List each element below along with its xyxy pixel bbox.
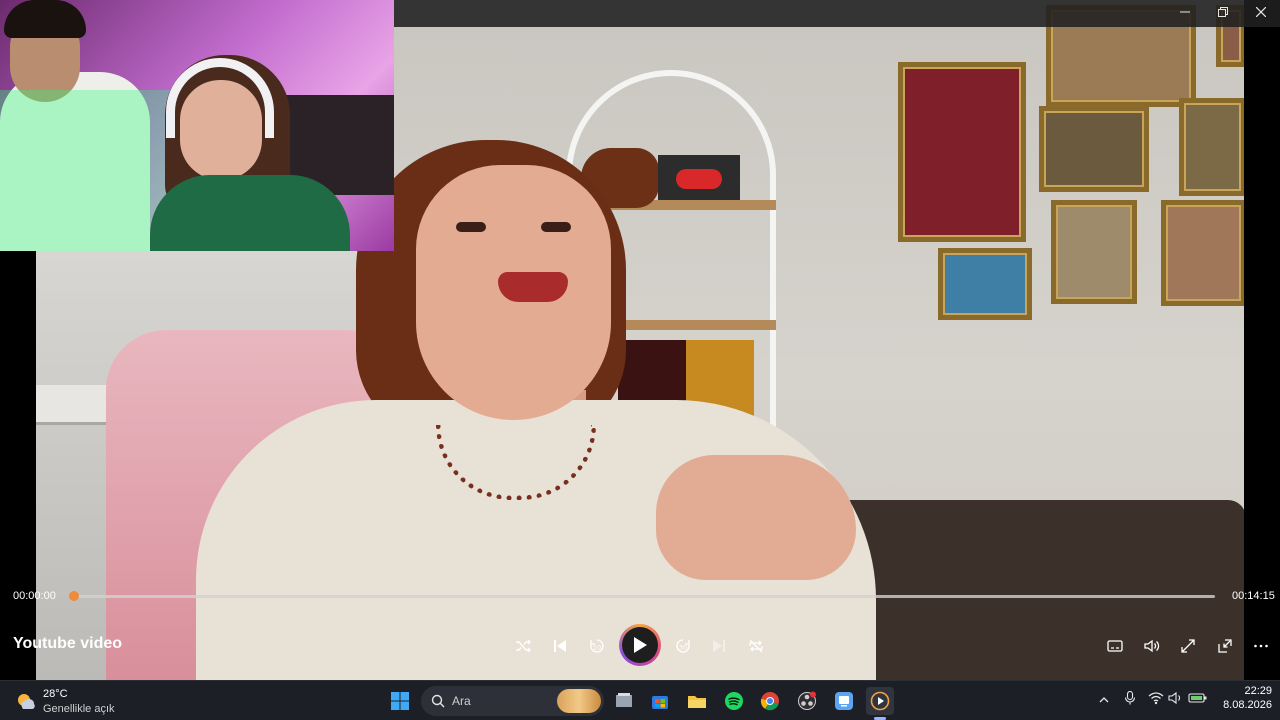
painting bbox=[1161, 200, 1244, 306]
search-highlight-image bbox=[557, 689, 601, 713]
lego-box bbox=[658, 155, 740, 200]
green-light bbox=[0, 90, 170, 251]
video-frame[interactable] bbox=[0, 0, 1280, 680]
wifi-icon[interactable] bbox=[1146, 690, 1166, 712]
elapsed-time: 00:00:00 bbox=[13, 590, 56, 602]
obs-icon[interactable] bbox=[793, 687, 821, 715]
hands bbox=[656, 455, 856, 580]
progress-track[interactable] bbox=[74, 595, 1215, 598]
horse-painting bbox=[898, 62, 1026, 242]
clock-time: 22:29 bbox=[1244, 685, 1272, 697]
subtitles-icon[interactable] bbox=[1100, 630, 1130, 660]
previous-icon[interactable] bbox=[545, 630, 575, 660]
play-button[interactable] bbox=[619, 624, 661, 666]
remote-app-icon[interactable] bbox=[830, 687, 858, 715]
spotify-icon[interactable] bbox=[720, 687, 748, 715]
almond-blossom-painting bbox=[938, 248, 1032, 320]
painting bbox=[1039, 106, 1149, 192]
progress-thumb[interactable] bbox=[69, 591, 79, 601]
volume-icon[interactable] bbox=[1137, 630, 1167, 660]
play-icon bbox=[622, 627, 658, 663]
speaker-icon[interactable] bbox=[1166, 690, 1186, 712]
partly-sunny-icon bbox=[18, 694, 35, 709]
folder-icon[interactable] bbox=[683, 687, 711, 715]
eye bbox=[541, 222, 571, 232]
painting bbox=[1051, 200, 1137, 304]
svg-text:10: 10 bbox=[593, 643, 601, 651]
next-icon[interactable] bbox=[704, 630, 734, 660]
svg-text:30: 30 bbox=[679, 643, 687, 651]
weather-condition: Genellikle açık bbox=[43, 703, 115, 715]
clock[interactable]: 22:29 8.08.2026 bbox=[1212, 685, 1272, 711]
person-left-hair bbox=[4, 0, 86, 38]
media-player-icon[interactable] bbox=[866, 687, 894, 715]
search-box[interactable]: Ara bbox=[421, 686, 604, 716]
repeat-icon[interactable] bbox=[741, 630, 771, 660]
microsoft-store-icon[interactable] bbox=[646, 687, 674, 715]
search-placeholder: Ara bbox=[452, 694, 471, 708]
webcam-overlay bbox=[0, 0, 394, 251]
minimize-icon[interactable] bbox=[1166, 0, 1204, 27]
rewind-10-icon[interactable]: 10 bbox=[582, 630, 612, 660]
search-icon bbox=[431, 694, 445, 708]
total-duration: 00:14:15 bbox=[1232, 590, 1275, 602]
shuffle-icon[interactable] bbox=[508, 630, 538, 660]
battery-icon[interactable] bbox=[1188, 690, 1208, 712]
mouth bbox=[498, 272, 568, 302]
forward-30-icon[interactable]: 30 bbox=[668, 630, 698, 660]
miniplayer-icon[interactable] bbox=[1210, 630, 1240, 660]
taskbar: 28°C Genellikle açık Ara 22:29 8.08.2026 bbox=[0, 680, 1280, 720]
title-bar[interactable] bbox=[394, 0, 1280, 27]
weather-widget[interactable]: 28°C Genellikle açık bbox=[14, 685, 134, 717]
restore-icon[interactable] bbox=[1204, 0, 1242, 27]
player-controls: Youtube video 10 30 bbox=[0, 620, 1280, 670]
screen: 00:00:00 00:14:15 Youtube video 10 30 28… bbox=[0, 0, 1280, 720]
microphone-icon[interactable] bbox=[1120, 690, 1140, 712]
close-icon[interactable] bbox=[1242, 0, 1280, 27]
painting bbox=[1179, 98, 1244, 196]
file-explorer-icon[interactable] bbox=[610, 687, 638, 715]
more-icon[interactable] bbox=[1246, 630, 1276, 660]
person-right bbox=[150, 175, 350, 251]
temperature: 28°C bbox=[43, 688, 68, 700]
chrome-icon[interactable] bbox=[756, 687, 784, 715]
windows-start-icon[interactable] bbox=[386, 687, 414, 715]
eye bbox=[456, 222, 486, 232]
seek-bar: 00:00:00 00:14:15 bbox=[0, 580, 1280, 610]
chevron-up-icon[interactable] bbox=[1094, 690, 1114, 712]
fullscreen-icon[interactable] bbox=[1173, 630, 1203, 660]
video-title: Youtube video bbox=[13, 635, 123, 652]
clock-date: 8.08.2026 bbox=[1223, 699, 1272, 711]
